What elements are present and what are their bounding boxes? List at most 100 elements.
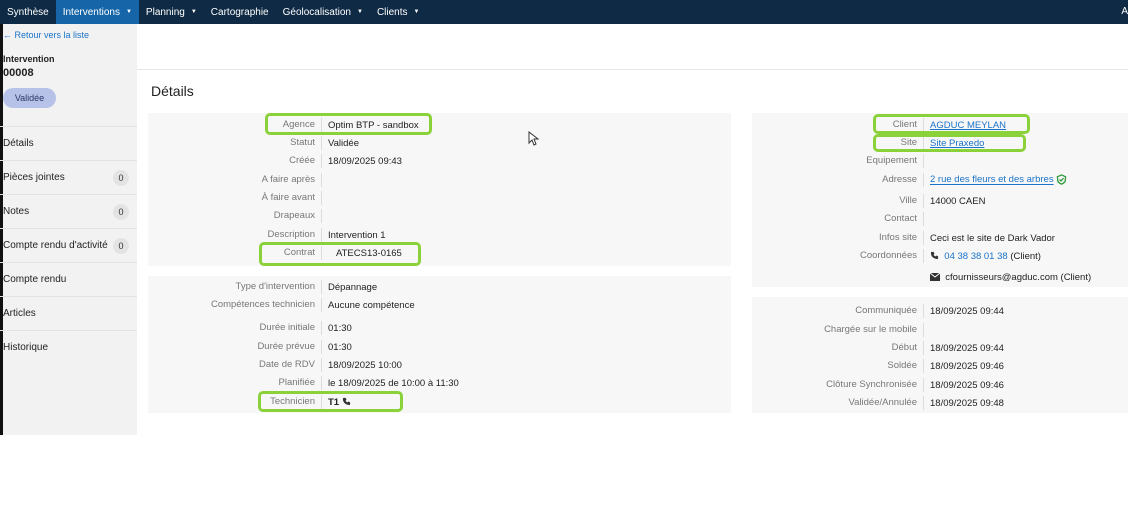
caret-down-icon: ▼ — [413, 9, 420, 15]
field-label: Clôture Synchronisée — [752, 378, 924, 392]
field-soldee: Soldée 18/09/2025 09:46 — [752, 357, 1004, 375]
field-value: Validée — [328, 137, 359, 149]
field-infos-site: Infos site Ceci est le site de Dark Vador — [752, 229, 1055, 247]
sidebar-item-label: Articles — [3, 308, 36, 319]
field-type-intervention: Type d'intervention Dépannage — [148, 278, 377, 296]
sidebar-item-compte-rendu-activite[interactable]: Compte rendu d'activité 0 — [0, 228, 137, 262]
nav-interventions[interactable]: Interventions ▼ — [55, 0, 139, 24]
sidebar-item-notes[interactable]: Notes 0 — [0, 194, 137, 228]
highlight-agence — [265, 113, 432, 135]
nav-label: Cartographie — [210, 6, 269, 18]
field-label: Chargée sur le mobile — [752, 323, 924, 337]
mouse-cursor-icon — [528, 131, 539, 146]
count-badge: 0 — [113, 203, 129, 220]
field-value: Dépannage — [328, 281, 378, 293]
field-value: 14000 CAEN — [930, 195, 986, 207]
sidebar-item-compte-rendu[interactable]: Compte rendu — [0, 262, 137, 296]
field-label: Type d'intervention — [148, 280, 322, 294]
field-communiquee: Communiquée 18/09/2025 09:44 — [752, 302, 1004, 320]
sidebar-item-label: Pièces jointes — [3, 172, 65, 183]
field-label: Coordonnées — [752, 249, 924, 263]
field-drapeaux: Drapeaux — [148, 207, 328, 225]
field-label: Planifiée — [148, 376, 322, 390]
verified-location-icon — [1056, 174, 1067, 186]
field-label: Drapeaux — [148, 209, 322, 223]
field-label: Début — [752, 341, 924, 355]
field-label: Soldée — [752, 359, 924, 373]
sidebar-item-details[interactable]: Détails — [0, 126, 137, 160]
phone-link[interactable]: 04 38 38 01 38 — [944, 251, 1007, 262]
page-title: Détails — [151, 83, 194, 99]
field-date-rdv: Date de RDV 18/09/2025 10:00 — [148, 356, 402, 374]
field-label: Contact — [752, 212, 924, 226]
field-value: Aucune compétence — [328, 299, 415, 311]
field-label: À faire avant — [148, 191, 322, 205]
nav-planning[interactable]: Planning ▼ — [139, 0, 204, 24]
sidebar-item-pieces-jointes[interactable]: Pièces jointes 0 — [0, 160, 137, 194]
nav-label: Synthèse — [7, 6, 49, 18]
adresse-link[interactable]: 2 rue des fleurs et des arbres — [930, 175, 1054, 186]
field-value: le 18/09/2025 de 10:00 à 11:30 — [328, 377, 459, 389]
envelope-icon — [930, 272, 940, 281]
field-debut: Début 18/09/2025 09:44 — [752, 339, 1004, 357]
field-statut: Statut Validée — [148, 134, 359, 152]
nav-cartographie[interactable]: Cartographie — [204, 0, 276, 24]
field-value: 01:30 — [328, 341, 352, 353]
count-badge: 0 — [113, 169, 129, 186]
nav-label: Interventions — [62, 6, 120, 18]
field-label: Infos site — [752, 231, 924, 245]
field-competences: Compétences technicien Aucune compétence — [148, 296, 415, 314]
field-coordonnees: Coordonnées 04 38 38 01 38 (Client) — [752, 247, 1041, 265]
email-value[interactable]: cfournisseurs@agduc.com (Client) — [945, 272, 1091, 283]
sidebar-item-label: Notes — [3, 206, 30, 217]
back-link-label: Retour vers la liste — [14, 30, 90, 40]
field-value: 18/09/2025 09:46 — [930, 360, 1004, 372]
field-value: Intervention 1 — [328, 229, 386, 241]
field-validee-annulee: Validée/Annulée 18/09/2025 09:48 — [752, 394, 1004, 412]
nav-clients[interactable]: Clients ▼ — [370, 0, 427, 24]
top-navigation: Synthèse Interventions ▼ Planning ▼ Cartog… — [0, 0, 1128, 24]
field-label: Ville — [752, 194, 924, 208]
intervention-number: 00008 — [3, 67, 34, 79]
phone-icon — [930, 252, 939, 260]
field-equipement: Equipement — [752, 152, 930, 170]
field-label: Créée — [148, 154, 322, 168]
arrow-left-icon: ← — [3, 30, 12, 40]
field-creee: Créée 18/09/2025 09:43 — [148, 152, 402, 170]
caret-down-icon: ▼ — [125, 9, 132, 15]
field-label: Statut — [148, 136, 322, 150]
field-label: Adresse — [752, 173, 924, 187]
field-value: 18/09/2025 09:44 — [930, 305, 1004, 317]
field-value: Ceci est le site de Dark Vador — [930, 232, 1055, 244]
sidebar-item-label: Historique — [3, 342, 49, 353]
caret-down-icon: ▼ — [356, 9, 363, 15]
nav-user-initial[interactable]: A — [1121, 6, 1128, 17]
back-to-list-link[interactable]: ← Retour vers la liste — [3, 30, 89, 40]
nav-label: Planning — [145, 6, 185, 18]
field-value: 18/09/2025 09:43 — [328, 155, 402, 167]
field-label: A faire après — [148, 173, 322, 187]
field-label: Compétences technicien — [148, 298, 322, 312]
field-ville: Ville 14000 CAEN — [752, 192, 985, 210]
nav-synthese[interactable]: Synthèse — [0, 0, 56, 24]
field-value: 18/09/2025 09:44 — [930, 342, 1004, 354]
field-a-faire-apres: A faire après — [148, 171, 328, 189]
highlight-site — [873, 134, 1026, 152]
sidebar-item-historique[interactable]: Historique — [0, 330, 137, 364]
field-label: Equipement — [752, 154, 924, 168]
field-label: Validée/Annulée — [752, 396, 924, 410]
highlight-client — [873, 114, 1030, 134]
nav-geolocalisation[interactable]: Géolocalisation ▼ — [276, 0, 370, 24]
sidebar-menu: Détails Pièces jointes 0 Notes 0 Compte re… — [0, 126, 137, 364]
field-email: cfournisseurs@agduc.com (Client) — [924, 268, 1091, 286]
field-duree-prevue: Durée prévue 01:30 — [148, 338, 352, 356]
field-cloture-sync: Clôture Synchronisée 18/09/2025 09:46 — [752, 376, 1004, 394]
field-value: 18/09/2025 09:46 — [930, 379, 1004, 391]
field-planifiee: Planifiée le 18/09/2025 de 10:00 à 11:30 — [148, 374, 459, 392]
sidebar-item-articles[interactable]: Articles — [0, 296, 137, 330]
sidebar-item-label: Compte rendu — [3, 274, 67, 285]
field-adresse: Adresse 2 rue des fleurs et des arbres — [752, 171, 1067, 189]
highlight-technicien — [258, 391, 403, 412]
phone-suffix: (Client) — [1010, 250, 1041, 262]
nav-label: Clients — [376, 6, 408, 18]
